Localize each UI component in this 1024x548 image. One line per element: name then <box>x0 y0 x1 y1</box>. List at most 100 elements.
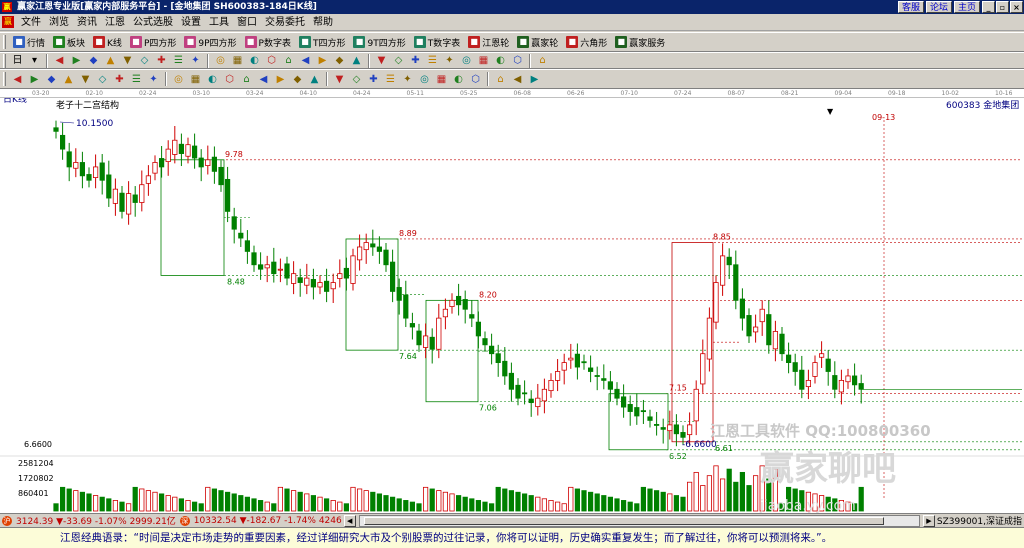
toolbar-button-service[interactable]: ■ 赢家服务 <box>611 36 669 49</box>
scroll-right-button[interactable]: ▶ <box>922 514 935 527</box>
toolbar-grip[interactable] <box>3 72 6 86</box>
cycle-icon[interactable]: ▼ <box>79 73 92 86</box>
stats-icon[interactable]: ⌂ <box>494 73 507 86</box>
ball-icon[interactable]: ◀ <box>511 73 524 86</box>
scroll-left-button[interactable]: ◀ <box>343 514 356 527</box>
zoom-icon[interactable]: ◆ <box>87 54 100 67</box>
day-period-icon[interactable]: ◀ <box>53 54 66 67</box>
fan-icon[interactable]: ◎ <box>418 73 431 86</box>
horizontal-scrollbar[interactable] <box>358 514 920 527</box>
menu-tools[interactable]: 工具 <box>205 15 233 30</box>
eraser-icon[interactable]: ⬡ <box>469 73 482 86</box>
diamond-tool-icon[interactable]: ◆ <box>333 54 346 67</box>
last-icon[interactable]: ✦ <box>189 54 202 67</box>
gann-grid-icon[interactable]: ✦ <box>443 54 456 67</box>
infinity-icon[interactable]: ▶ <box>528 73 541 86</box>
diamond-tool-icon[interactable]: ◐ <box>248 54 261 67</box>
menu-window[interactable]: 窗口 <box>233 15 261 30</box>
toolbar-button-p-table[interactable]: ■ P数字表 <box>241 36 295 49</box>
menu-file[interactable]: 文件 <box>17 15 45 30</box>
homepage-link[interactable]: 主页 <box>953 1 980 13</box>
fib-icon[interactable]: ◆ <box>45 73 58 86</box>
marker-icon[interactable]: ☰ <box>384 73 397 86</box>
restore-button[interactable]: ▫ <box>996 1 1009 13</box>
menu-info[interactable]: 资讯 <box>73 15 101 30</box>
toolbar-button-winner-wheel[interactable]: ■ 赢家轮 <box>513 36 562 49</box>
segment-icon[interactable]: ✚ <box>367 73 380 86</box>
rect-icon[interactable]: ◐ <box>206 73 219 86</box>
toolbar-button-9p-square[interactable]: ■ 9P四方形 <box>180 36 240 49</box>
diamond-tool-icon[interactable]: ▶ <box>316 54 329 67</box>
speed-line-icon[interactable]: ◆ <box>291 73 304 86</box>
line-tool-icon[interactable]: ◀ <box>11 73 24 86</box>
ellipse-icon[interactable]: ▲ <box>308 73 321 86</box>
parallel-icon[interactable]: ⬡ <box>223 73 236 86</box>
toolbar-button-kline[interactable]: ■ K线 <box>89 36 126 49</box>
prev-page-icon[interactable]: ▼ <box>121 54 134 67</box>
gann-angle-icon[interactable]: ▲ <box>62 73 75 86</box>
toolbar-button-t-table[interactable]: ■ T数字表 <box>410 36 465 49</box>
crosshair-icon[interactable]: ◇ <box>392 54 405 67</box>
channel-icon[interactable]: ▶ <box>28 73 41 86</box>
ray-icon[interactable]: ◇ <box>350 73 363 86</box>
circle-icon[interactable]: ▦ <box>189 73 202 86</box>
document-icon[interactable]: 赢 <box>2 16 14 28</box>
toolbar-button-blocks[interactable]: ■ 板块 <box>49 36 89 49</box>
next-icon[interactable]: ✚ <box>155 54 168 67</box>
wave-icon[interactable]: ✦ <box>147 73 160 86</box>
spiral-icon[interactable]: ☰ <box>130 73 143 86</box>
menu-gann[interactable]: 江恩 <box>101 15 129 30</box>
diamond-tool-icon[interactable]: ▦ <box>231 54 244 67</box>
toolbar-button-hexagon[interactable]: ■ 六角形 <box>562 36 611 49</box>
diamond-tool-icon[interactable]: ⬡ <box>511 54 524 67</box>
diamond-tool-icon[interactable]: ◀ <box>299 54 312 67</box>
gann-fan-icon[interactable]: ✚ <box>409 54 422 67</box>
toolbar-button-9t-square[interactable]: ■ 9T四方形 <box>349 36 409 49</box>
diamond-tool-icon[interactable]: ▲ <box>350 54 363 67</box>
flag-icon[interactable]: ⌂ <box>240 73 253 86</box>
first-icon[interactable]: ▲ <box>104 54 117 67</box>
diamond-tool-icon[interactable]: ◐ <box>494 54 507 67</box>
text-note-icon[interactable]: ▦ <box>435 73 448 86</box>
diamond-tool-icon[interactable]: ⌂ <box>536 54 549 67</box>
bars-icon[interactable]: ▶ <box>274 73 287 86</box>
index-selector[interactable]: SZ399001,深证成指 <box>935 514 1024 527</box>
chevron-down-icon[interactable]: ▾ <box>28 54 41 67</box>
diamond-tool-icon[interactable]: ⬡ <box>265 54 278 67</box>
hand-icon[interactable]: ▼ <box>375 54 388 67</box>
toolbar-grip[interactable] <box>3 53 6 68</box>
arc-icon[interactable]: ✚ <box>113 73 126 86</box>
grid-tool-icon[interactable]: ◀ <box>257 73 270 86</box>
shanghai-index-quote[interactable]: 3124.39 ▼-33.69 -1.07% 2999.21亿 <box>14 514 178 527</box>
menu-trade[interactable]: 交易委托 <box>261 15 309 30</box>
forum-link[interactable]: 论坛 <box>925 1 952 13</box>
menu-settings[interactable]: 设置 <box>177 15 205 30</box>
menu-browse[interactable]: 浏览 <box>45 15 73 30</box>
minimize-button[interactable]: _ <box>982 1 995 13</box>
pitchfork-icon[interactable]: ◐ <box>452 73 465 86</box>
delete-icon[interactable]: ▦ <box>477 54 490 67</box>
day-period-icon[interactable]: 日 <box>11 54 24 67</box>
shenzhen-index-quote[interactable]: 10332.54 ▼-182.67 -1.74% 4246 <box>192 516 344 526</box>
next-page-icon[interactable]: ☰ <box>172 54 185 67</box>
scrollbar-thumb[interactable] <box>363 516 884 525</box>
diamond-tool-icon[interactable]: ◎ <box>214 54 227 67</box>
customer-service-link[interactable]: 客服 <box>897 1 924 13</box>
chart-type-icon[interactable]: ▶ <box>70 54 83 67</box>
triangle-icon[interactable]: ◎ <box>172 73 185 86</box>
prev-icon[interactable]: ◇ <box>138 54 151 67</box>
kline-chart[interactable]: 09-13 9.78 8.48 8.89 7.64 8.20 7.06 7.15 6.52 8.8… <box>0 93 1024 514</box>
menu-help[interactable]: 帮助 <box>309 15 337 30</box>
text-icon[interactable]: ◎ <box>460 54 473 67</box>
diamond-tool-icon[interactable]: ⌂ <box>282 54 295 67</box>
gann-box-icon[interactable]: ☰ <box>426 54 439 67</box>
arrow-icon[interactable]: ▼ <box>333 73 346 86</box>
menu-formula-select[interactable]: 公式选股 <box>129 15 177 30</box>
kline-chart-svg[interactable]: 09-139.788.488.897.648.207.067.156.528.8… <box>0 93 1024 514</box>
ruler-icon[interactable]: ✦ <box>401 73 414 86</box>
toolbar-grip[interactable] <box>3 35 6 49</box>
toolbar-button-gann-wheel[interactable]: ■ 江恩轮 <box>464 36 513 49</box>
close-button[interactable]: × <box>1010 1 1023 13</box>
toolbar-button-grid[interactable]: ■ 行情 <box>9 36 49 49</box>
toolbar-button-p-square[interactable]: ■ P四方形 <box>126 36 180 49</box>
